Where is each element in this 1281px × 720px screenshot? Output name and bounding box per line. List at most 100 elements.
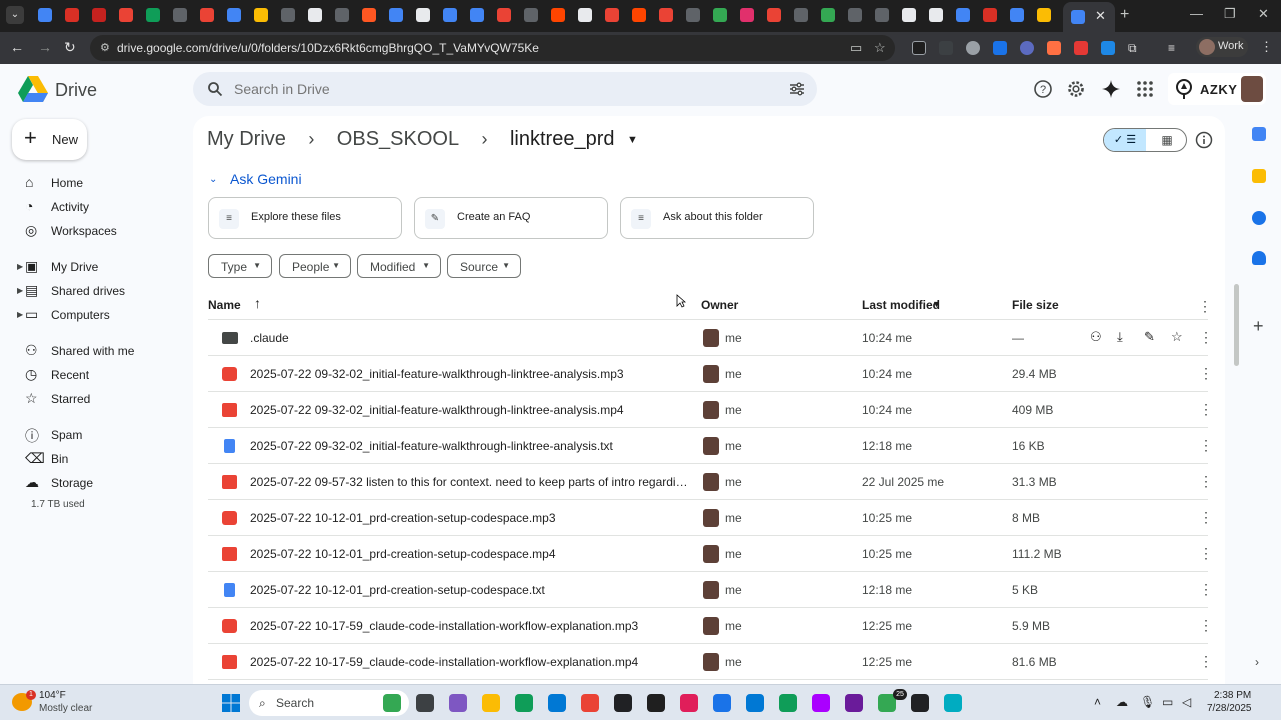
tab-favicon-icon[interactable]	[848, 8, 862, 22]
sidebar-item-storage[interactable]: ☁ Storage	[17, 473, 187, 495]
tab-favicon-icon[interactable]	[443, 8, 457, 22]
filter-people[interactable]: People ▼	[279, 254, 351, 278]
active-tab[interactable]: ✕	[1063, 2, 1115, 32]
extension-pen-icon[interactable]	[912, 41, 926, 55]
sidebar-item-bin[interactable]: ⌫ Bin	[17, 449, 187, 471]
search-icon[interactable]	[207, 81, 223, 97]
sidebar-item-my-drive[interactable]: ▶ ▣ My Drive	[17, 257, 187, 279]
account-chip[interactable]: AZKY	[1168, 73, 1266, 105]
tab-favicon-icon[interactable]	[767, 8, 781, 22]
more-actions-icon[interactable]: ⋮	[1199, 365, 1213, 382]
search-bar[interactable]	[193, 72, 817, 106]
forward-icon[interactable]: →	[38, 39, 52, 55]
search-options-icon[interactable]	[789, 81, 805, 97]
notepad-icon[interactable]	[944, 694, 962, 712]
extensions-puzzle-icon[interactable]: ⧉	[1128, 41, 1142, 55]
account-avatar[interactable]	[1241, 76, 1263, 102]
filter-modified[interactable]: Modified ▼	[357, 254, 441, 278]
cactus-app-icon[interactable]	[383, 694, 401, 712]
volume-icon[interactable]: ◁	[1182, 695, 1191, 709]
tab-favicon-icon[interactable]	[92, 8, 106, 22]
tab-favicon-icon[interactable]	[686, 8, 700, 22]
chrome-icon[interactable]	[581, 694, 599, 712]
sidebar-item-recent[interactable]: ◷ Recent	[17, 365, 187, 387]
weather-description[interactable]: Mostly clear	[39, 703, 92, 714]
tab-favicon-icon[interactable]	[551, 8, 565, 22]
tab-favicon-icon[interactable]	[65, 8, 79, 22]
rename-icon[interactable]: ✎	[1144, 329, 1160, 345]
reload-icon[interactable]: ↻	[64, 39, 76, 56]
adblock-icon[interactable]	[1074, 41, 1088, 55]
windows-start-icon[interactable]	[222, 694, 240, 712]
new-tab-button[interactable]: +	[1120, 6, 1129, 24]
download-icon[interactable]: ⤓	[1117, 329, 1133, 345]
tab-favicon-icon[interactable]	[794, 8, 808, 22]
expand-arrow-icon[interactable]: ▶	[17, 310, 23, 319]
star-icon[interactable]: ☆	[1171, 329, 1187, 345]
sidebar-item-workspaces[interactable]: ◎ Workspaces	[17, 221, 187, 243]
tray-app-icon[interactable]: ☁	[1116, 695, 1128, 709]
column-last-modified[interactable]: Last modified	[862, 298, 940, 312]
copilot-icon[interactable]	[449, 694, 467, 712]
drive-logo-icon[interactable]	[18, 76, 48, 102]
tray-overflow-icon[interactable]: ˄	[1094, 695, 1101, 709]
tab-favicon-icon[interactable]	[659, 8, 673, 22]
tab-favicon-icon[interactable]	[173, 8, 187, 22]
restore-icon[interactable]: ❐	[1224, 6, 1236, 22]
edge-icon[interactable]	[515, 694, 533, 712]
tab-favicon-icon[interactable]	[146, 8, 160, 22]
tab-favicon-icon[interactable]	[902, 8, 916, 22]
docs-app-icon[interactable]	[713, 694, 731, 712]
tab-favicon-icon[interactable]	[1037, 8, 1051, 22]
sidebar-item-shared-with-me[interactable]: ⚇ Shared with me	[17, 341, 187, 363]
more-actions-icon[interactable]: ⋮	[1199, 545, 1213, 562]
weather-temperature[interactable]: 104°F	[39, 690, 66, 701]
more-actions-icon[interactable]: ⋮	[1199, 617, 1213, 634]
notifications-app-icon[interactable]	[845, 694, 863, 712]
address-bar[interactable]: ⚙ drive.google.com/drive/u/0/folders/10D…	[90, 35, 895, 61]
clock-date[interactable]: 7/28/2025	[1207, 703, 1252, 714]
extension-shield-icon[interactable]	[1101, 41, 1115, 55]
tab-favicon-icon[interactable]	[281, 8, 295, 22]
tab-favicon-icon[interactable]	[740, 8, 754, 22]
sheets-app-icon[interactable]	[779, 694, 797, 712]
filter-type[interactable]: Type ▼	[208, 254, 272, 278]
breadcrumb-current-folder[interactable]: linktree_prd	[510, 128, 615, 151]
more-actions-icon[interactable]: ⋮	[1199, 581, 1213, 598]
side-panel-chevron-icon[interactable]: ›	[1255, 655, 1259, 669]
terminal-icon[interactable]	[614, 694, 632, 712]
more-actions-icon[interactable]: ⋮	[1199, 329, 1213, 346]
keep-icon[interactable]	[1252, 169, 1266, 183]
breadcrumb-obs-skool[interactable]: OBS_SKOOL	[337, 128, 459, 151]
tab-favicon-icon[interactable]	[821, 8, 835, 22]
drive-app-name[interactable]: Drive	[55, 80, 97, 101]
tab-favicon-icon[interactable]	[929, 8, 943, 22]
close-window-icon[interactable]: ✕	[1258, 6, 1269, 22]
tab-favicon-icon[interactable]	[1010, 8, 1024, 22]
list-view-button[interactable]: ✓ ☰	[1104, 129, 1146, 151]
tab-favicon-icon[interactable]	[38, 8, 52, 22]
tab-favicon-icon[interactable]	[308, 8, 322, 22]
filter-source[interactable]: Source ▼	[447, 254, 521, 278]
url-text[interactable]: drive.google.com/drive/u/0/folders/10Dzx…	[117, 41, 539, 55]
folder-app-icon[interactable]	[482, 694, 500, 712]
more-actions-icon[interactable]: ⋮	[1199, 401, 1213, 418]
sidebar-item-computers[interactable]: ▶ ▭ Computers	[17, 305, 187, 327]
tab-favicon-icon[interactable]	[254, 8, 268, 22]
tab-favicon-icon[interactable]	[416, 8, 430, 22]
extension-icon[interactable]	[939, 41, 953, 55]
sort-caret-icon[interactable]: ▼	[932, 299, 941, 309]
tab-favicon-icon[interactable]	[470, 8, 484, 22]
close-tab-icon[interactable]: ✕	[1095, 8, 1106, 24]
share-icon[interactable]: ⚇	[1090, 329, 1106, 345]
chrome-menu-icon[interactable]: ⋮	[1260, 39, 1273, 55]
file-row[interactable]: 2025-07-22 10-17-59_claude-code-installa…	[208, 644, 1213, 680]
sidebar-item-shared-drives[interactable]: ▶ ▤ Shared drives	[17, 281, 187, 303]
slack-icon[interactable]	[680, 694, 698, 712]
more-options-icon[interactable]: ⋮	[1198, 298, 1212, 315]
file-row[interactable]: 2025-07-22 10-12-01_prd-creation-setup-c…	[208, 572, 1213, 608]
bookmark-star-icon[interactable]: ☆	[874, 40, 886, 56]
tab-favicon-icon[interactable]	[119, 8, 133, 22]
file-row[interactable]: 2025-07-22 09-32-02_initial-feature-walk…	[208, 356, 1213, 392]
tab-favicon-icon[interactable]	[524, 8, 538, 22]
